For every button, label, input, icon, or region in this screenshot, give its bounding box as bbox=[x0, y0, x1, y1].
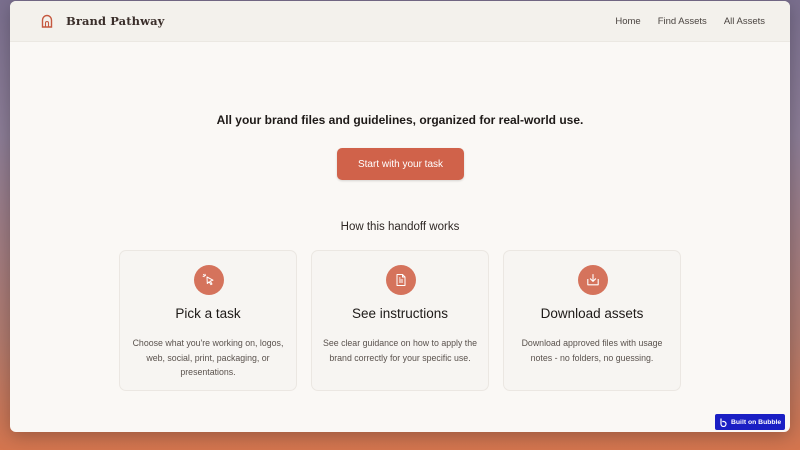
bubble-logo-icon bbox=[720, 418, 727, 427]
brand-name: Brand Pathway bbox=[66, 14, 165, 28]
nav-find-assets-link[interactable]: Find Assets bbox=[658, 16, 707, 27]
brand-logo-link[interactable]: Brand Pathway bbox=[41, 14, 164, 28]
card-description: Download approved files with usage notes… bbox=[521, 338, 663, 363]
start-task-button[interactable]: Start with your task bbox=[337, 148, 464, 180]
step-card-pick-task: Pick a task Choose what you're working o… bbox=[119, 250, 297, 391]
main-nav: Home Find Assets All Assets bbox=[615, 1, 765, 41]
badge-label: Built on Bubble bbox=[731, 418, 782, 426]
card-title: Pick a task bbox=[175, 306, 241, 321]
document-icon bbox=[386, 265, 416, 295]
download-icon bbox=[578, 265, 608, 295]
section-title: How this handoff works bbox=[340, 221, 460, 233]
step-card-download-assets: Download assets Download approved files … bbox=[503, 250, 681, 391]
card-description: Choose what you're working on, logos, we… bbox=[132, 338, 284, 377]
step-card-see-instructions: See instructions See clear guidance on h… bbox=[311, 250, 489, 391]
hero-tagline: All your brand files and guidelines, org… bbox=[216, 113, 584, 127]
built-on-bubble-badge[interactable]: Built on Bubble bbox=[715, 414, 785, 430]
arch-logo-icon bbox=[41, 14, 53, 28]
app-window: Brand Pathway Home Find Assets All Asset… bbox=[10, 1, 790, 432]
nav-all-assets-link[interactable]: All Assets bbox=[724, 16, 765, 27]
card-title: Download assets bbox=[540, 306, 644, 321]
nav-home-link[interactable]: Home bbox=[615, 16, 640, 27]
card-title: See instructions bbox=[351, 306, 449, 321]
card-description: See clear guidance on how to apply the b… bbox=[322, 338, 478, 363]
top-navbar: Brand Pathway Home Find Assets All Asset… bbox=[10, 1, 790, 42]
cursor-click-icon bbox=[194, 265, 224, 295]
